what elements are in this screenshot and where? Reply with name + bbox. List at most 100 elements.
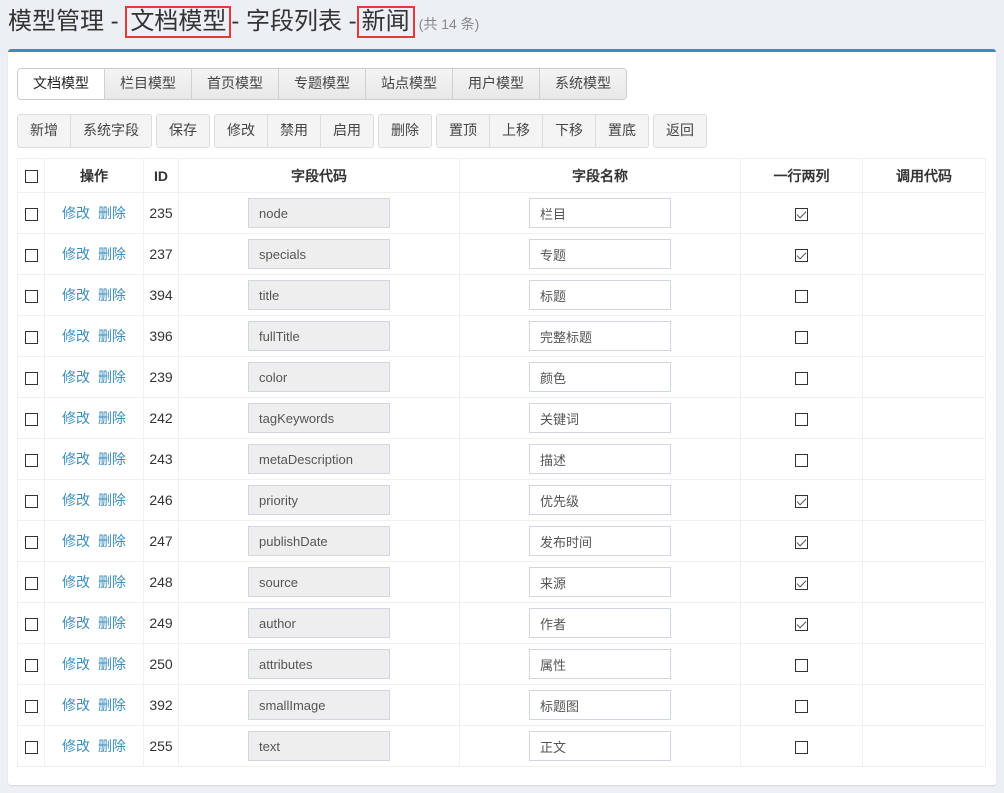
edit-link[interactable]: 修改 [62, 205, 90, 221]
field-name-input[interactable] [529, 608, 671, 638]
edit-link[interactable]: 修改 [62, 492, 90, 508]
delete-link[interactable]: 删除 [98, 246, 126, 262]
edit-link[interactable]: 修改 [62, 615, 90, 631]
delete-link[interactable]: 删除 [98, 369, 126, 385]
double-col-checkbox[interactable] [795, 535, 808, 549]
edit-link[interactable]: 修改 [62, 533, 90, 549]
double-col-checkbox[interactable] [795, 371, 808, 385]
delete-link[interactable]: 删除 [98, 697, 126, 713]
double-col-checkbox[interactable] [795, 289, 808, 303]
field-name-input[interactable] [529, 444, 671, 474]
edit-link[interactable]: 修改 [62, 369, 90, 385]
field-code-input[interactable] [248, 321, 390, 351]
field-code-input[interactable] [248, 362, 390, 392]
disable-button[interactable]: 禁用 [267, 115, 320, 147]
field-code-input[interactable] [248, 526, 390, 556]
field-name-input[interactable] [529, 690, 671, 720]
delete-link[interactable]: 删除 [98, 287, 126, 303]
double-col-checkbox[interactable] [795, 576, 808, 590]
select-all-checkbox[interactable] [24, 170, 38, 184]
field-code-input[interactable] [248, 608, 390, 638]
field-code-input[interactable] [248, 280, 390, 310]
field-name-input[interactable] [529, 321, 671, 351]
field-code-input[interactable] [248, 690, 390, 720]
delete-link[interactable]: 删除 [98, 328, 126, 344]
row-checkbox[interactable] [24, 535, 38, 549]
tab-3[interactable]: 专题模型 [278, 69, 365, 99]
field-name-input[interactable] [529, 280, 671, 310]
row-checkbox[interactable] [24, 617, 38, 631]
move-up-button[interactable]: 上移 [489, 115, 542, 147]
double-col-checkbox[interactable] [795, 207, 808, 221]
delete-link[interactable]: 删除 [98, 205, 126, 221]
delete-link[interactable]: 删除 [98, 451, 126, 467]
field-name-input[interactable] [529, 649, 671, 679]
delete-link[interactable]: 删除 [98, 738, 126, 754]
back-button[interactable]: 返回 [654, 115, 706, 147]
edit-link[interactable]: 修改 [62, 410, 90, 426]
row-checkbox[interactable] [24, 330, 38, 344]
edit-button[interactable]: 修改 [215, 115, 267, 147]
double-col-checkbox[interactable] [795, 658, 808, 672]
double-col-checkbox[interactable] [795, 699, 808, 713]
field-name-input[interactable] [529, 239, 671, 269]
move-down-button[interactable]: 下移 [542, 115, 595, 147]
row-checkbox[interactable] [24, 494, 38, 508]
row-checkbox[interactable] [24, 207, 38, 221]
double-col-checkbox[interactable] [795, 248, 808, 262]
field-name-input[interactable] [529, 198, 671, 228]
double-col-checkbox[interactable] [795, 617, 808, 631]
delete-link[interactable]: 删除 [98, 574, 126, 590]
field-name-input[interactable] [529, 526, 671, 556]
row-checkbox[interactable] [24, 453, 38, 467]
field-code-input[interactable] [248, 567, 390, 597]
double-col-checkbox[interactable] [795, 412, 808, 426]
tab-0[interactable]: 文档模型 [18, 69, 104, 99]
edit-link[interactable]: 修改 [62, 697, 90, 713]
row-checkbox[interactable] [24, 699, 38, 713]
delete-link[interactable]: 删除 [98, 656, 126, 672]
edit-link[interactable]: 修改 [62, 287, 90, 303]
move-top-button[interactable]: 置顶 [437, 115, 489, 147]
field-name-input[interactable] [529, 731, 671, 761]
double-col-checkbox[interactable] [795, 740, 808, 754]
row-checkbox[interactable] [24, 248, 38, 262]
tab-2[interactable]: 首页模型 [191, 69, 278, 99]
double-col-checkbox[interactable] [795, 494, 808, 508]
field-code-input[interactable] [248, 731, 390, 761]
double-col-checkbox[interactable] [795, 453, 808, 467]
field-code-input[interactable] [248, 444, 390, 474]
row-checkbox[interactable] [24, 412, 38, 426]
field-name-input[interactable] [529, 362, 671, 392]
edit-link[interactable]: 修改 [62, 451, 90, 467]
delete-link[interactable]: 删除 [98, 615, 126, 631]
row-checkbox[interactable] [24, 371, 38, 385]
edit-link[interactable]: 修改 [62, 246, 90, 262]
tab-5[interactable]: 用户模型 [452, 69, 539, 99]
row-checkbox[interactable] [24, 289, 38, 303]
tab-6[interactable]: 系统模型 [539, 69, 626, 99]
add-button[interactable]: 新增 [18, 115, 70, 147]
enable-button[interactable]: 启用 [320, 115, 373, 147]
field-name-input[interactable] [529, 485, 671, 515]
row-checkbox[interactable] [24, 658, 38, 672]
field-code-input[interactable] [248, 649, 390, 679]
save-button[interactable]: 保存 [157, 115, 209, 147]
tab-1[interactable]: 栏目模型 [104, 69, 191, 99]
edit-link[interactable]: 修改 [62, 656, 90, 672]
field-code-input[interactable] [248, 239, 390, 269]
field-name-input[interactable] [529, 567, 671, 597]
move-bottom-button[interactable]: 置底 [595, 115, 648, 147]
delete-link[interactable]: 删除 [98, 533, 126, 549]
field-name-input[interactable] [529, 403, 671, 433]
system-fields-button[interactable]: 系统字段 [70, 115, 151, 147]
field-code-input[interactable] [248, 485, 390, 515]
delete-link[interactable]: 删除 [98, 410, 126, 426]
field-code-input[interactable] [248, 403, 390, 433]
delete-link[interactable]: 删除 [98, 492, 126, 508]
edit-link[interactable]: 修改 [62, 738, 90, 754]
double-col-checkbox[interactable] [795, 330, 808, 344]
tab-4[interactable]: 站点模型 [365, 69, 452, 99]
edit-link[interactable]: 修改 [62, 574, 90, 590]
delete-button[interactable]: 删除 [379, 115, 431, 147]
